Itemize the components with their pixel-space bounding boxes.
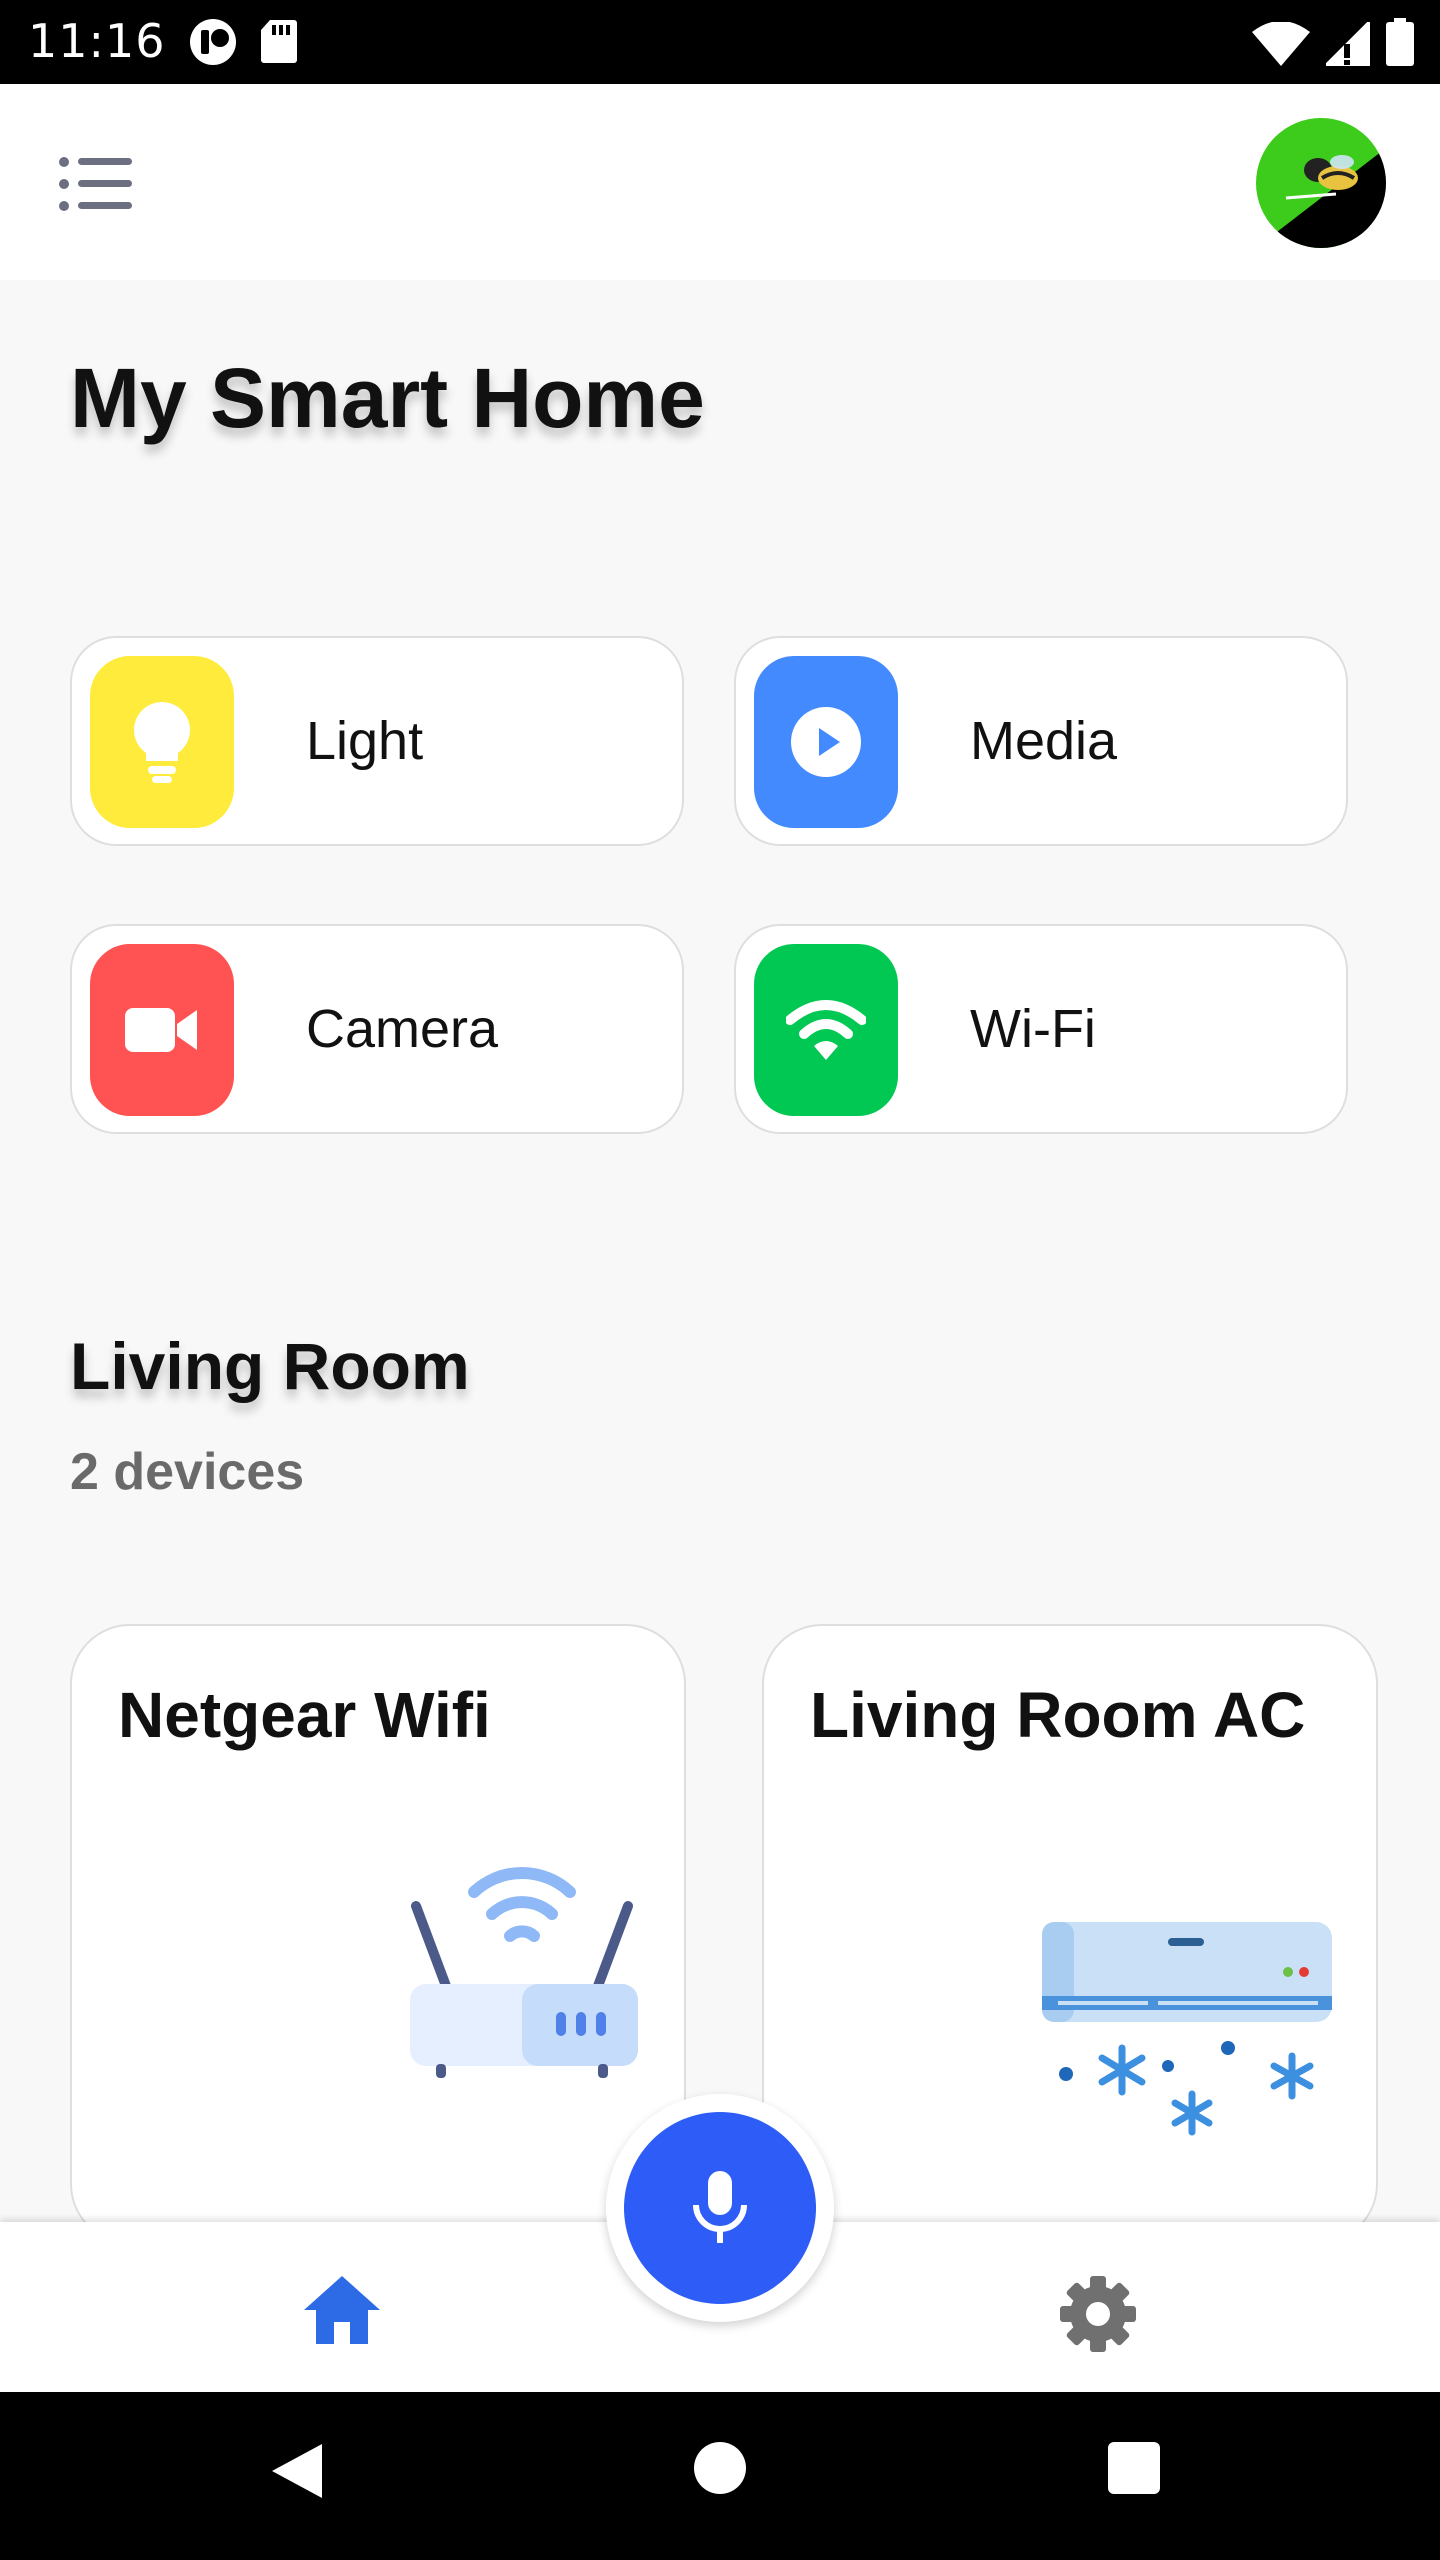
room-title: Living Room: [70, 1329, 470, 1403]
menu-button[interactable]: [58, 156, 134, 212]
video-camera-icon: [90, 944, 234, 1116]
category-media[interactable]: Media: [734, 636, 1348, 846]
home-circle-icon[interactable]: [694, 2442, 746, 2494]
avatar-image: [1256, 118, 1386, 248]
signal-icon: [1326, 22, 1370, 66]
battery-icon: [1386, 18, 1414, 66]
device-name: Netgear Wifi: [118, 1679, 491, 1751]
category-light[interactable]: Light: [70, 636, 684, 846]
microphone-icon: [693, 2171, 747, 2243]
device-card-living-room-ac[interactable]: Living Room AC: [762, 1624, 1378, 2244]
play-icon: [754, 656, 898, 828]
nav-settings-button[interactable]: [1058, 2274, 1138, 2354]
menu-list-icon: [59, 157, 132, 211]
page-title: My Smart Home: [70, 351, 705, 445]
wifi-icon: [1252, 22, 1310, 66]
user-avatar[interactable]: [1256, 118, 1386, 248]
air-conditioner-icon: [1042, 1922, 1332, 2136]
voice-button-container: [606, 2094, 834, 2322]
category-media-label: Media: [970, 711, 1118, 771]
device-card-netgear-wifi[interactable]: Netgear Wifi: [70, 1624, 686, 2244]
category-camera[interactable]: Camera: [70, 924, 684, 1134]
router-icon: [410, 1866, 638, 2078]
category-camera-label: Camera: [306, 999, 499, 1059]
room-device-count: 2 devices: [70, 1443, 305, 1501]
home-icon: [304, 2276, 380, 2344]
status-time: 11:16: [28, 14, 166, 68]
back-icon[interactable]: [270, 2442, 324, 2500]
app-bar: [0, 84, 1440, 280]
wifi-icon: [754, 944, 898, 1116]
device-name: Living Room AC: [810, 1679, 1306, 1751]
recent-apps-icon[interactable]: [1108, 2442, 1160, 2494]
lightbulb-icon: [90, 656, 234, 828]
settings-gear-icon: [1060, 2276, 1136, 2352]
category-wifi-label: Wi-Fi: [970, 999, 1096, 1059]
nav-home-button[interactable]: [302, 2274, 382, 2346]
status-bar: 11:16: [0, 0, 1440, 84]
voice-command-button[interactable]: [624, 2112, 816, 2304]
category-light-label: Light: [306, 711, 424, 771]
sd-card-icon: [261, 20, 297, 63]
system-navigation-bar: [0, 2392, 1440, 2560]
category-wifi[interactable]: Wi-Fi: [734, 924, 1348, 1134]
notification-icon: [190, 19, 236, 65]
